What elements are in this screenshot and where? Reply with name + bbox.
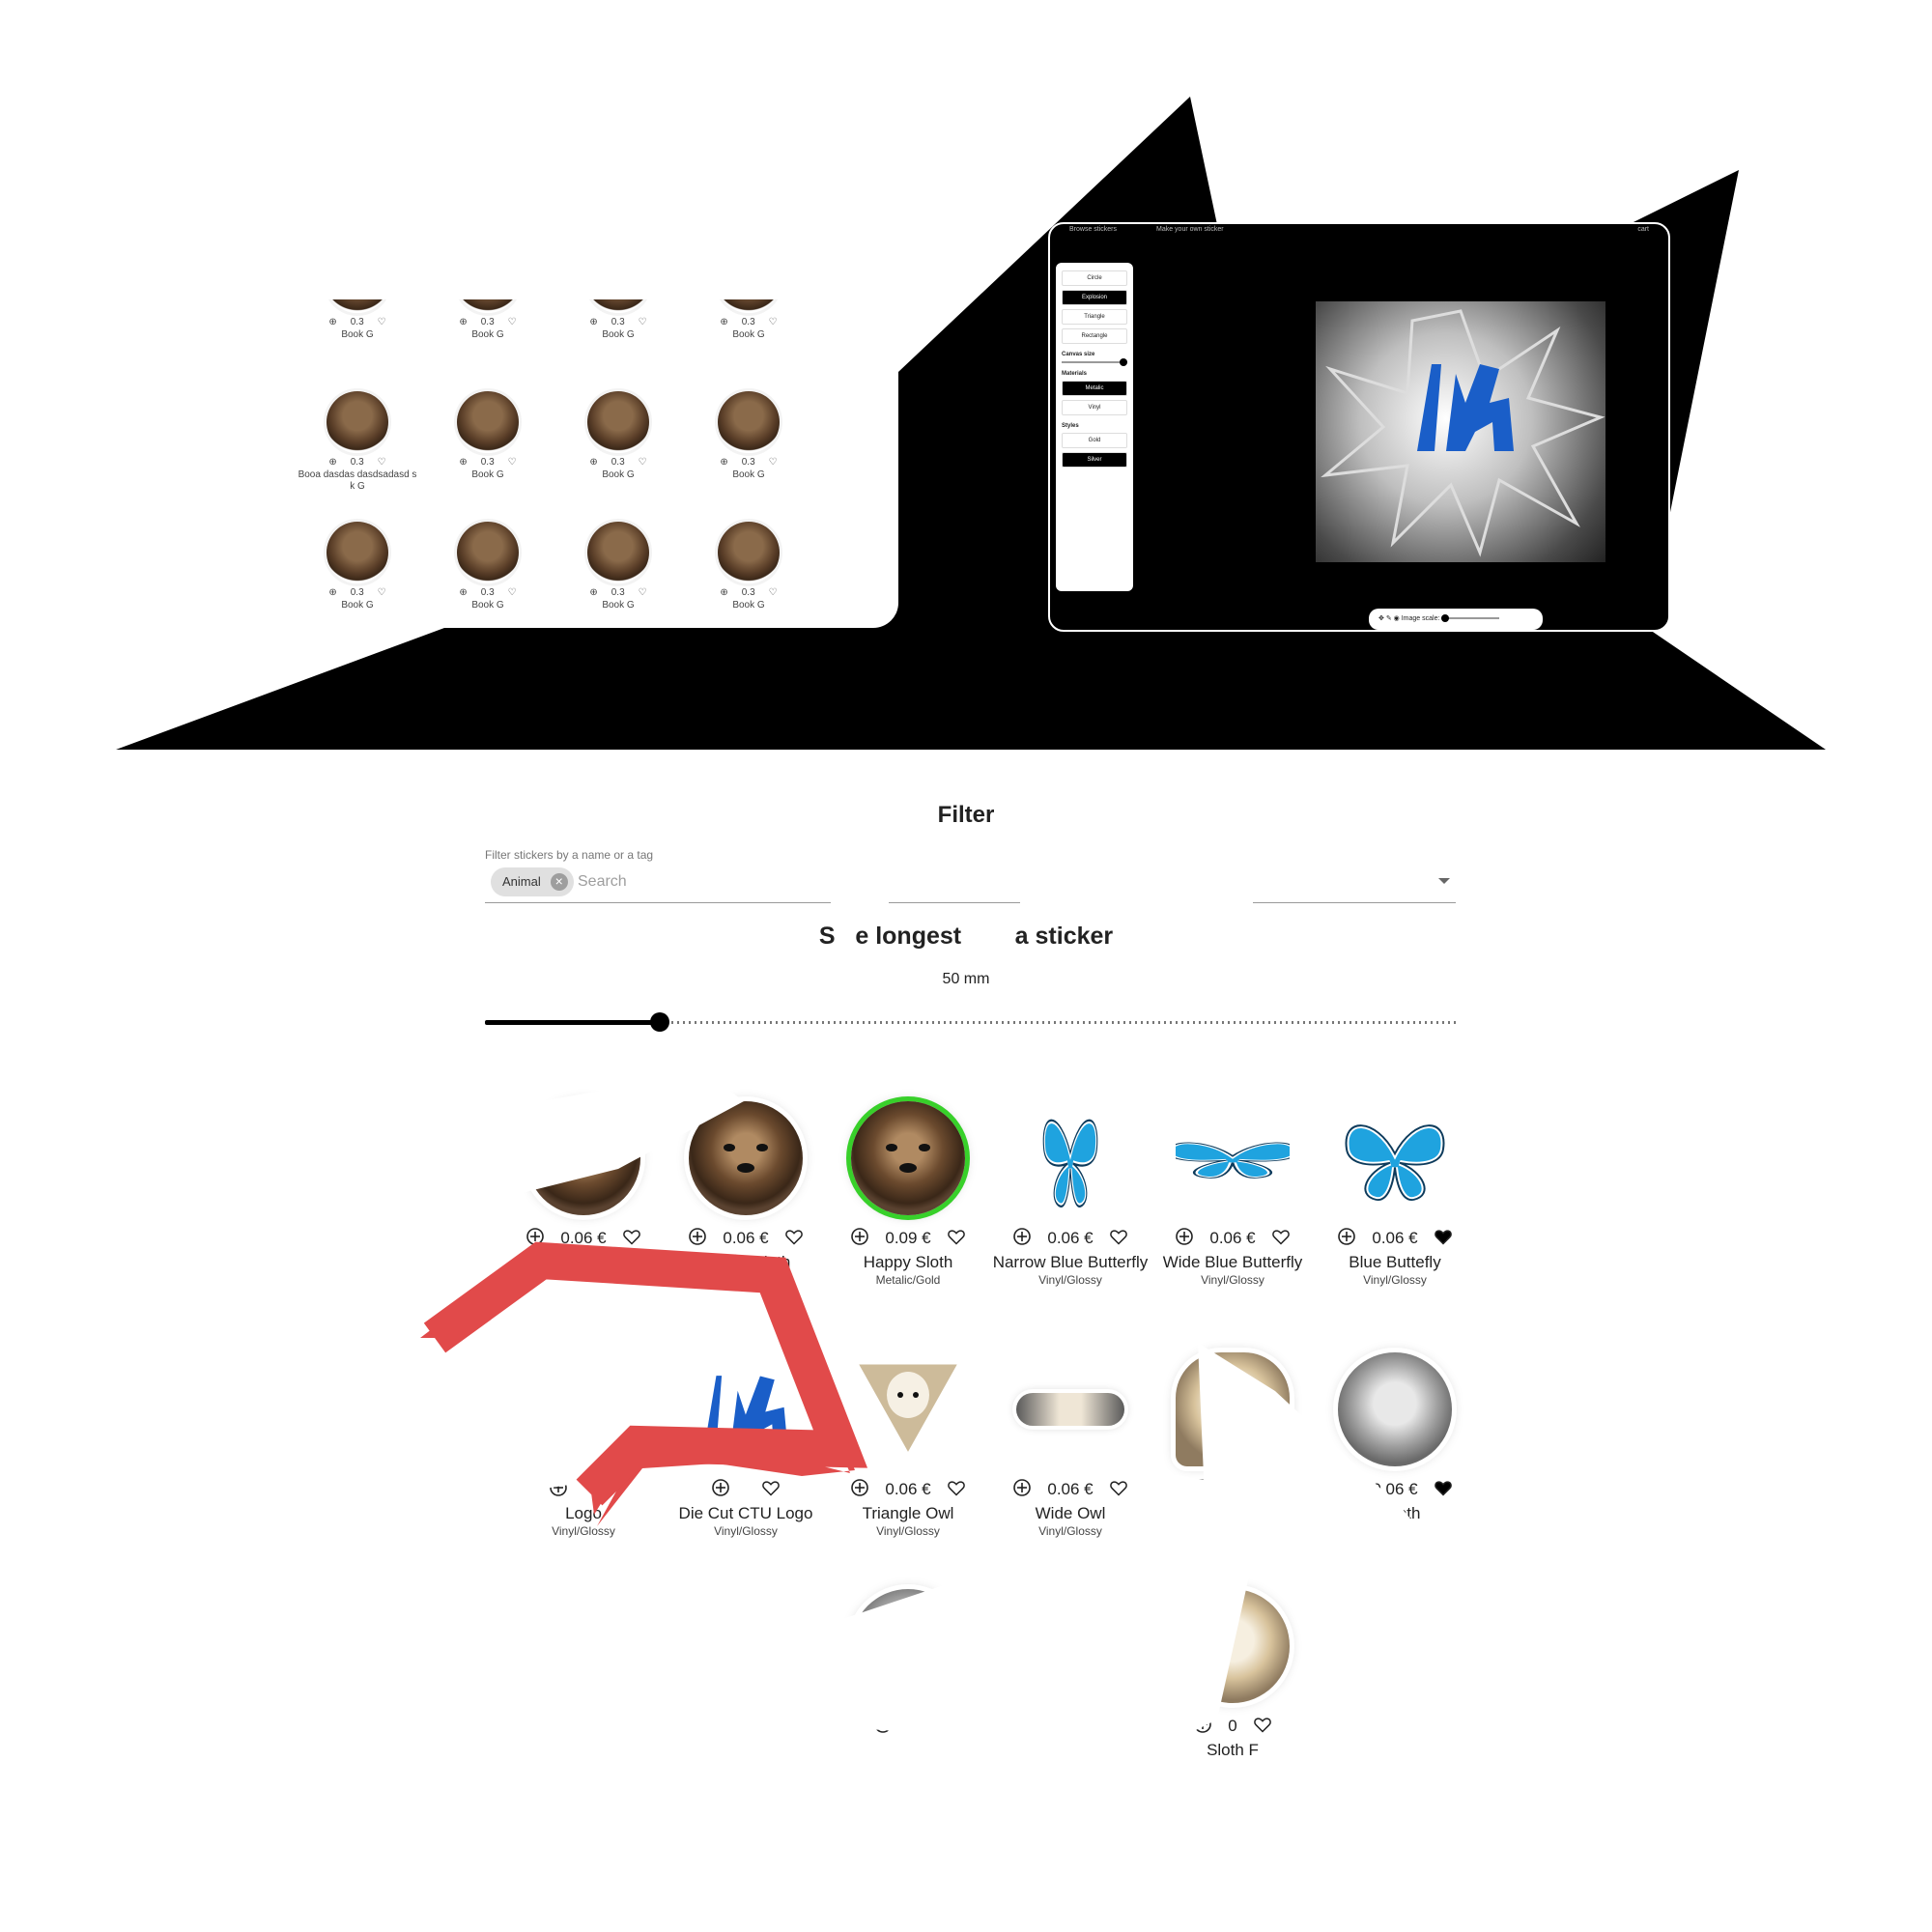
torn-overlay: [415, 1063, 1449, 1893]
